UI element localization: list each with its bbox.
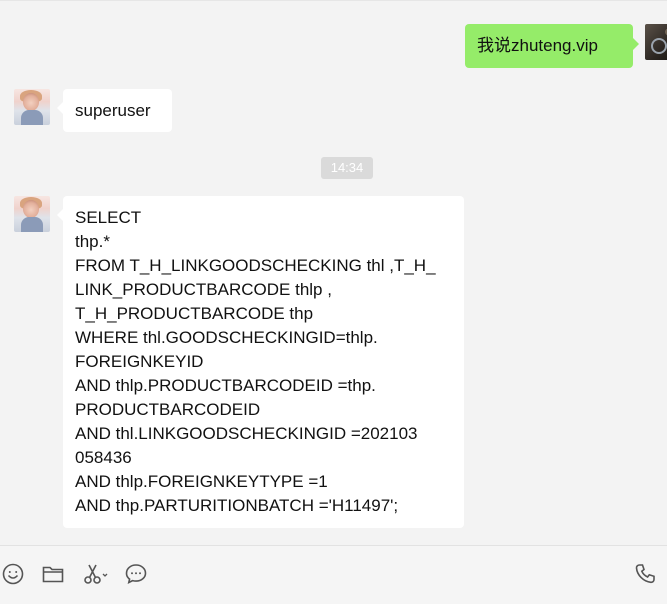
message-bubble-other[interactable]: superuser bbox=[57, 89, 172, 132]
message-bubble-other[interactable]: SELECT thp.* FROM T_H_LINKGOODSCHECKING … bbox=[57, 196, 464, 528]
message-text: SELECT thp.* FROM T_H_LINKGOODSCHECKING … bbox=[75, 208, 436, 515]
message-bubble-self[interactable]: 我说zhuteng.vip bbox=[465, 24, 639, 68]
chat-message-area: 我说zhuteng.vip superuser 14:34 SELECT thp… bbox=[0, 0, 667, 545]
chat-input-toolbar bbox=[0, 545, 667, 604]
chat-history-icon[interactable] bbox=[124, 562, 148, 586]
emoji-icon[interactable] bbox=[1, 562, 25, 586]
folder-icon[interactable] bbox=[41, 562, 65, 586]
avatar-other[interactable] bbox=[14, 196, 50, 232]
phone-icon[interactable] bbox=[633, 562, 657, 586]
message-text: 我说zhuteng.vip bbox=[477, 36, 598, 55]
scissors-icon[interactable] bbox=[82, 562, 110, 586]
avatar-self[interactable] bbox=[645, 24, 667, 60]
divider bbox=[0, 0, 667, 1]
message-timestamp: 14:34 bbox=[321, 157, 373, 179]
avatar-other[interactable] bbox=[14, 89, 50, 125]
message-text: superuser bbox=[75, 101, 151, 120]
